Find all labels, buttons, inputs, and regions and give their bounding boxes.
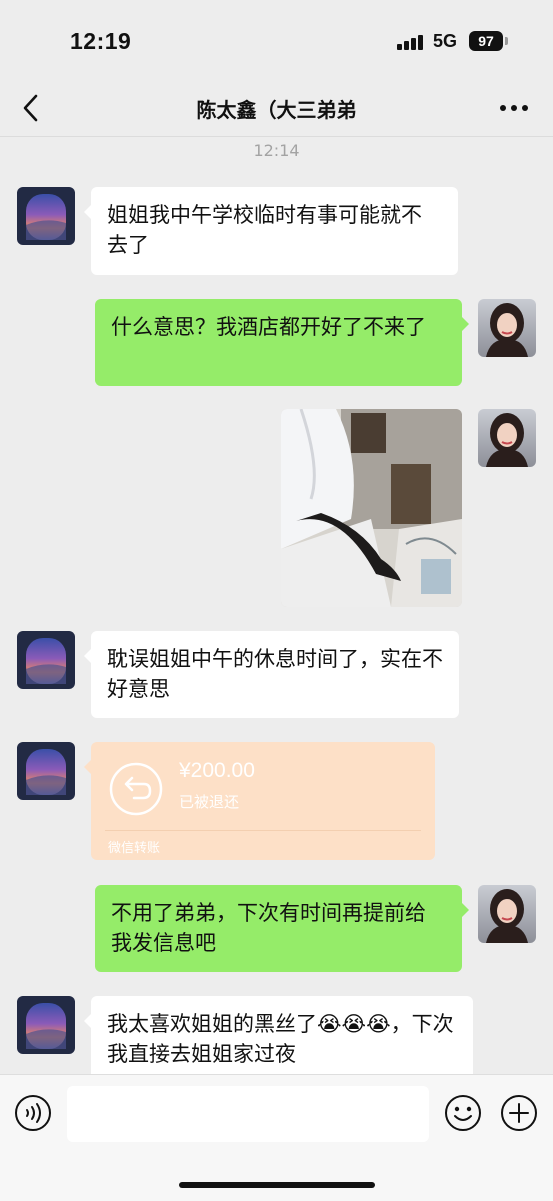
- chat-header: 陈太鑫（大三弟弟: [0, 80, 553, 137]
- status-bar: 12:19 5G 97: [0, 0, 553, 80]
- network-label: 5G: [433, 31, 458, 51]
- message-timestamp: 12:14: [253, 141, 300, 160]
- signal-icon: [397, 34, 425, 50]
- message-bubble[interactable]: 我太喜欢姐姐的黑丝了😭😭😭，下次我直接去姐姐家过夜: [84, 996, 473, 1084]
- contact-avatar[interactable]: [17, 631, 75, 689]
- transfer-status: 已被退还: [179, 793, 240, 811]
- emoji-icon[interactable]: [444, 1094, 482, 1132]
- contact-avatar[interactable]: [17, 742, 75, 800]
- transfer-return-icon: [108, 761, 164, 817]
- message-bubble[interactable]: 什么意思？我酒店都开好了不来了: [95, 299, 469, 386]
- battery-icon: 97: [469, 31, 503, 51]
- message-bubble[interactable]: 姐姐我中午学校临时有事可能就不去了: [84, 187, 458, 275]
- contact-avatar[interactable]: [17, 996, 75, 1054]
- battery-tip: [505, 37, 508, 45]
- transfer-amount: ¥200.00: [179, 759, 255, 782]
- contact-avatar[interactable]: [17, 187, 75, 245]
- transfer-divider: [105, 830, 421, 831]
- my-avatar[interactable]: [478, 409, 536, 467]
- more-icon[interactable]: [498, 96, 532, 120]
- plus-icon[interactable]: [500, 1094, 538, 1132]
- my-avatar[interactable]: [478, 299, 536, 357]
- transfer-card[interactable]: ¥200.00 已被退还 微信转账: [84, 742, 435, 860]
- voice-icon[interactable]: [14, 1094, 52, 1132]
- input-bar: [0, 1074, 553, 1201]
- message-input[interactable]: [67, 1086, 429, 1142]
- home-indicator: [179, 1182, 375, 1188]
- transfer-footer: 微信转账: [108, 841, 161, 856]
- message-bubble[interactable]: 不用了弟弟，下次有时间再提前给我发信息吧: [95, 885, 469, 972]
- chat-title: 陈太鑫（大三弟弟: [196, 98, 357, 122]
- message-bubble[interactable]: 耽误姐姐中午的休息时间了，实在不好意思: [84, 631, 459, 718]
- my-avatar[interactable]: [478, 885, 536, 943]
- shared-photo[interactable]: [281, 409, 462, 607]
- status-time: 12:19: [70, 28, 132, 54]
